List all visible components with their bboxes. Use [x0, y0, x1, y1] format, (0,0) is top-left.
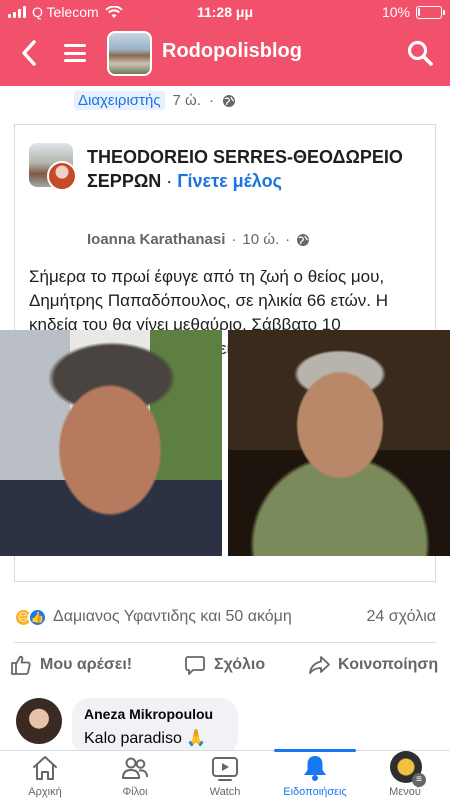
home-icon: [33, 756, 57, 780]
tab-label: Watch: [209, 786, 241, 798]
globe-icon: [222, 94, 235, 107]
tab-label: Ειδοποιήσεις: [283, 786, 347, 798]
share-button[interactable]: Κοινοποίηση: [308, 654, 438, 676]
post-meta: Ioanna Karathanasi · 10 ώ. ·: [87, 231, 310, 248]
post-header: THEODOREIO SERRES-ΘΕΟΔΩΡΕΙΟ ΣΕΡΡΩΝ · Γίν…: [87, 145, 417, 193]
share-label: Κοινοποίηση: [338, 656, 439, 673]
tab-notifications[interactable]: Ειδοποιήσεις: [270, 749, 360, 800]
commenter-name[interactable]: Aneza Mikropoulou: [84, 706, 226, 722]
status-right: 10%: [381, 4, 445, 20]
photo-1[interactable]: [0, 330, 222, 556]
battery-percent: 10%: [381, 4, 410, 20]
post-time[interactable]: 10 ώ.: [242, 231, 279, 248]
post-actions: Μου αρέσει! Σχόλιο Κοινοποίηση: [0, 650, 450, 682]
reactions-summary[interactable]: Δαμιανος Υφαντιδης και 50 ακόμη: [53, 608, 367, 626]
watch-icon: [212, 757, 238, 781]
separator-dot: ·: [208, 92, 214, 109]
top-header: Q Telecom 11:28 μμ 10% Rodopolisblog: [0, 0, 450, 86]
comment-bubble[interactable]: Aneza Mikropoulou Kalo paradiso 🙏: [72, 698, 238, 750]
author-avatar: [47, 161, 77, 191]
admin-badge: Διαχειριστής: [74, 91, 165, 110]
share-icon: [309, 656, 330, 674]
search-icon[interactable]: [406, 39, 434, 67]
post-stats: ☹ 👍 Δαμιανος Υφαντιδης και 50 ακόμη 24 σ…: [14, 606, 436, 628]
separator-dot: ·: [231, 231, 237, 248]
bottom-tab-bar: Αρχική Φίλοι Watch Ειδοποιήσεις Μενού: [0, 749, 450, 800]
tab-menu[interactable]: Μενού: [360, 751, 450, 800]
tab-label: Μενού: [389, 786, 421, 798]
page-title[interactable]: Rodopolisblog: [162, 40, 302, 63]
like-label: Μου αρέσει!: [40, 656, 133, 673]
menu-avatar: [390, 751, 426, 787]
status-bar: Q Telecom 11:28 μμ 10%: [0, 0, 450, 24]
hamburger-menu-icon[interactable]: [64, 44, 86, 62]
like-button[interactable]: Μου αρέσει!: [10, 654, 132, 676]
join-group-link[interactable]: Γίνετε μέλος: [177, 171, 282, 191]
author-name[interactable]: Ioanna Karathanasi: [87, 231, 225, 248]
tab-label: Αρχική: [28, 786, 62, 798]
comment-text: Kalo paradiso 🙏: [84, 730, 207, 747]
post-photos: [0, 330, 450, 556]
back-arrow-icon[interactable]: [16, 36, 42, 70]
tab-label: Φίλοι: [122, 786, 148, 798]
comments-count[interactable]: 24 σχόλια: [367, 608, 436, 626]
feed[interactable]: Διαχειριστής 7 ώ. · THEODOREIO SERRES-ΘΕ…: [0, 86, 450, 750]
battery-icon: [416, 5, 445, 19]
previous-post-time[interactable]: 7 ώ.: [173, 92, 201, 109]
commenter-avatar[interactable]: [16, 698, 62, 744]
tab-friends[interactable]: Φίλοι: [90, 751, 180, 800]
divider: [14, 642, 436, 643]
group-avatar[interactable]: [107, 31, 152, 76]
tab-watch[interactable]: Watch: [180, 751, 270, 800]
comment-button[interactable]: Σχόλιο: [184, 654, 265, 676]
bell-icon: [304, 756, 326, 781]
friends-icon: [122, 757, 148, 779]
comment-icon: [185, 656, 205, 675]
separator-dot: ·: [166, 171, 173, 191]
separator-dot: ·: [285, 231, 291, 248]
comment-label: Σχόλιο: [214, 656, 266, 673]
globe-icon: [297, 233, 310, 246]
previous-post-meta: Διαχειριστής 7 ώ. ·: [74, 91, 236, 110]
post-avatar[interactable]: [29, 143, 77, 191]
tab-home[interactable]: Αρχική: [0, 751, 90, 800]
like-reaction-icon: 👍: [28, 607, 47, 627]
app-bar: Rodopolisblog: [0, 26, 450, 82]
photo-2[interactable]: [228, 330, 450, 556]
reaction-icons[interactable]: ☹ 👍: [14, 607, 47, 627]
thumbs-up-icon: [11, 655, 31, 675]
